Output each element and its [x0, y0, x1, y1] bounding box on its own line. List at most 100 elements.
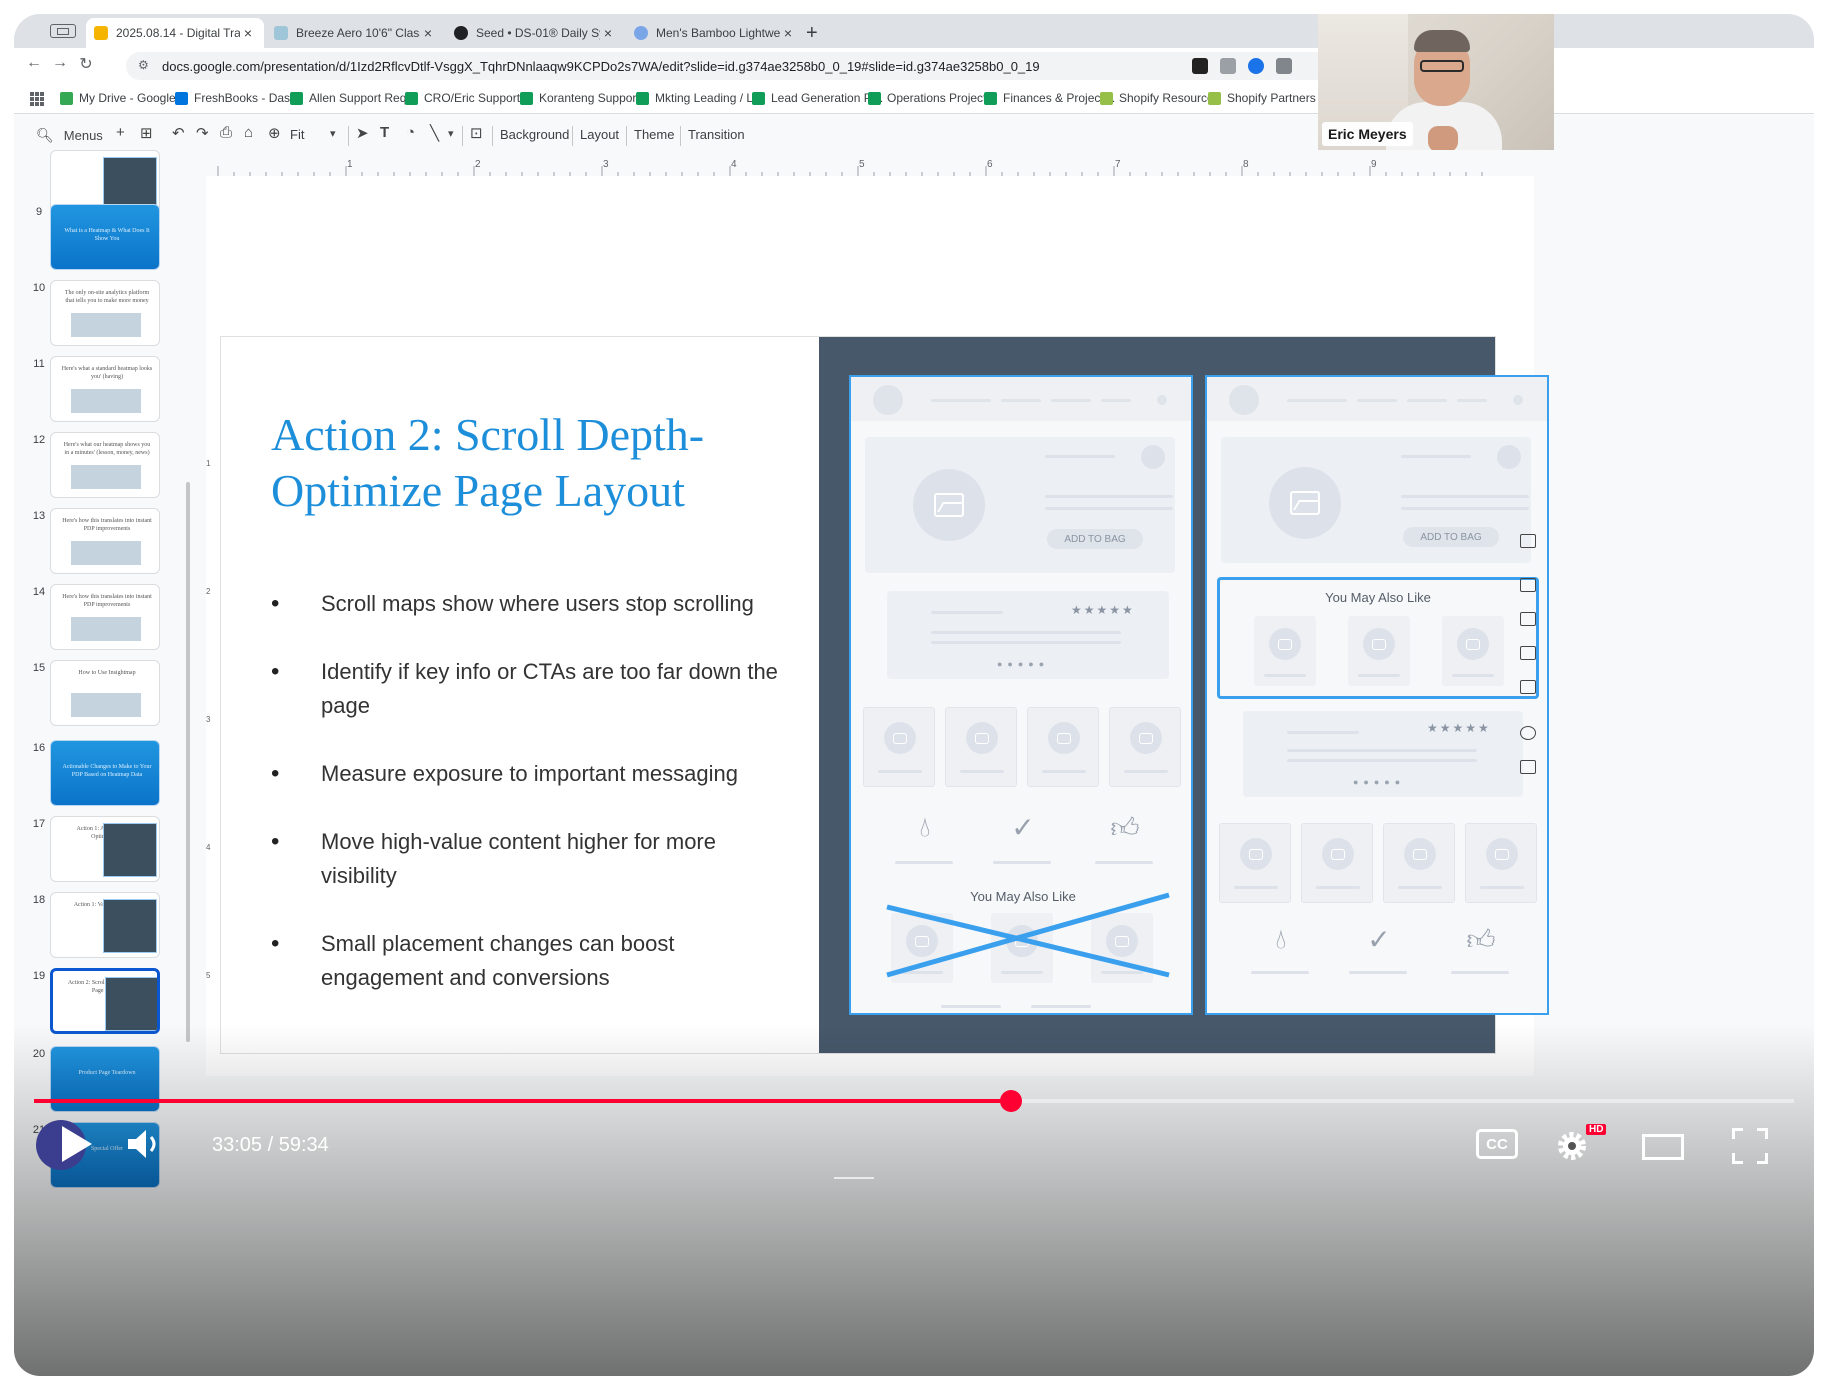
- bookmark-cro-eric[interactable]: CRO/Eric Support…: [405, 91, 532, 105]
- tab-search-icon[interactable]: [50, 24, 76, 38]
- forward-arrow-icon[interactable]: →: [48, 54, 72, 72]
- extension-icon[interactable]: [1220, 58, 1236, 74]
- thumbnail-preview: [71, 617, 141, 641]
- folder-panel-icon[interactable]: [1520, 680, 1536, 694]
- bookmark-allen-support[interactable]: Allen Support Req…: [290, 91, 418, 105]
- slide-bullet-list[interactable]: Scroll maps show where users stop scroll…: [271, 587, 791, 1029]
- slide-number: 9: [35, 206, 43, 218]
- slide-thumbnail-title: Here's how this translates into instant …: [62, 518, 152, 532]
- close-tab-icon[interactable]: ×: [780, 25, 796, 41]
- tab-digital-training[interactable]: 2025.08.14 - Digital Training ×: [86, 18, 264, 48]
- new-slide-plus-icon[interactable]: +: [116, 124, 125, 141]
- extension-icon[interactable]: [1248, 58, 1264, 74]
- layout-button[interactable]: Layout: [580, 127, 619, 142]
- camera-extension-icon[interactable]: [1276, 58, 1292, 74]
- select-cursor-icon[interactable]: ➤: [356, 124, 369, 142]
- site-favicon-icon: [274, 26, 288, 40]
- play-icon[interactable]: [56, 1122, 96, 1166]
- tab-mens-bamboo[interactable]: Men's Bamboo Lightweight L… ×: [626, 18, 804, 48]
- print-icon[interactable]: ⎙: [220, 124, 232, 141]
- theater-mode-button[interactable]: [1642, 1134, 1684, 1160]
- slide-thumbnail[interactable]: Action 1: Above the Fold Optimization: [50, 816, 160, 882]
- bookmark-shopify-resources[interactable]: Shopify Resources: [1100, 91, 1220, 105]
- thumbnail-preview: [71, 465, 141, 489]
- bookmark-mkting[interactable]: Mkting Leading / L…: [636, 91, 765, 105]
- shopify-icon: [1208, 91, 1221, 105]
- slide-number: 13: [32, 510, 46, 522]
- close-tab-icon[interactable]: ×: [240, 25, 256, 41]
- address-bar[interactable]: ⚙ docs.google.com/presentation/d/1Izd2Rf…: [126, 52, 1406, 80]
- back-arrow-icon[interactable]: ←: [22, 54, 46, 72]
- slide-thumbnail[interactable]: Here's how this translates into instant …: [50, 584, 160, 650]
- background-button[interactable]: Background: [500, 127, 569, 142]
- scrubber-handle[interactable]: [999, 1090, 1022, 1112]
- bookmark-finances[interactable]: Finances & Project…: [984, 91, 1116, 105]
- theme-button[interactable]: Theme: [634, 127, 674, 142]
- volume-icon[interactable]: [126, 1128, 166, 1160]
- tasks-panel-icon[interactable]: [1520, 612, 1536, 626]
- new-slide-layout-icon[interactable]: ⊞: [140, 124, 153, 142]
- bookmark-lead-gen[interactable]: Lead Generation P…: [752, 91, 884, 105]
- chevron-down-icon[interactable]: ▾: [448, 127, 454, 140]
- text-box-icon[interactable]: T: [380, 124, 389, 141]
- bullet-item: Move high-value content higher for more …: [271, 825, 791, 893]
- extension-icon[interactable]: [1192, 58, 1208, 74]
- calendar-panel-icon[interactable]: [1520, 534, 1536, 548]
- video-panel-icon[interactable]: [1520, 760, 1536, 774]
- bookmark-shopify-partners[interactable]: Shopify Partners: [1208, 91, 1316, 105]
- image-shape-icon[interactable]: ◔: [406, 124, 415, 141]
- apps-grid-icon[interactable]: [30, 92, 44, 106]
- slide-thumbnail-title: The only on-site analytics platform that…: [64, 290, 150, 304]
- filmstrip-scrollbar[interactable]: [186, 482, 190, 1042]
- slide-thumbnail[interactable]: Action 1: Value of Products: [50, 892, 160, 958]
- slide-number: 11: [33, 358, 45, 370]
- bookmark-operations[interactable]: Operations Project…: [868, 91, 998, 105]
- contacts-panel-icon[interactable]: [1520, 646, 1536, 660]
- slide-thumbnail[interactable]: Actionable Changes to Make to Your PDP B…: [50, 740, 160, 806]
- shopify-icon: [1100, 91, 1113, 105]
- close-tab-icon[interactable]: ×: [600, 25, 616, 41]
- current-slide[interactable]: Action 2: Scroll Depth-Optimize Page Lay…: [220, 336, 1549, 1054]
- slide-thumbnail[interactable]: Here's what a standard heatmap looks you…: [50, 356, 160, 422]
- reload-icon[interactable]: ↻: [74, 54, 98, 74]
- redo-icon[interactable]: ↷: [196, 124, 209, 142]
- zoom-select[interactable]: Fit: [290, 127, 304, 142]
- player-gradient: [14, 1024, 1814, 1376]
- new-tab-button[interactable]: +: [806, 22, 818, 45]
- slide-number: 12: [32, 434, 46, 446]
- slide-thumbnail[interactable]: Here's how this translates into instant …: [50, 508, 160, 574]
- ruler-tick-label: 8: [1243, 159, 1249, 170]
- close-tab-icon[interactable]: ×: [420, 25, 436, 41]
- captions-button[interactable]: CC: [1476, 1129, 1518, 1159]
- transition-button[interactable]: Transition: [688, 127, 745, 142]
- slide-thumbnail[interactable]: What is a Heatmap & What Does It Show Yo…: [50, 204, 160, 270]
- slide-thumbnail[interactable]: The only on-site analytics platform that…: [50, 280, 160, 346]
- keep-panel-icon[interactable]: [1520, 578, 1536, 592]
- tab-seed[interactable]: Seed • DS-01® Daily Synbioti… ×: [446, 18, 624, 48]
- search-icon: 🔍︎: [36, 126, 54, 143]
- mockup-after: ADD TO BAG You May Also Like ★★★★★ ●●●●●…: [1205, 375, 1549, 1015]
- tab-breeze-aero[interactable]: Breeze Aero 10'6" Classic M… ×: [266, 18, 444, 48]
- bookmark-my-drive[interactable]: My Drive - Google…: [60, 91, 188, 105]
- slide-thumbnail[interactable]: Here's what our heatmap shows you in a m…: [50, 432, 160, 498]
- participant-name: Eric Meyers: [1322, 122, 1413, 146]
- undo-icon[interactable]: ↶: [172, 124, 185, 142]
- comment-icon[interactable]: ⊡: [470, 124, 483, 142]
- chevron-down-icon[interactable]: ▾: [330, 127, 336, 140]
- site-favicon-icon: [454, 26, 468, 40]
- thumbnail-preview: [103, 899, 157, 953]
- slide-title[interactable]: Action 2: Scroll Depth-Optimize Page Lay…: [271, 407, 811, 519]
- bookmark-label: FreshBooks - Das…: [194, 91, 303, 105]
- zoom-icon[interactable]: ⊕: [268, 124, 281, 142]
- sheets-icon: [752, 91, 765, 105]
- paint-format-icon[interactable]: ⌂: [244, 124, 253, 141]
- progress-bar[interactable]: [34, 1090, 1794, 1112]
- slide-thumbnail[interactable]: How to Use Insightmap: [50, 660, 160, 726]
- site-info-icon[interactable]: ⚙: [138, 58, 154, 74]
- line-icon[interactable]: ╲: [430, 124, 439, 142]
- bookmark-freshbooks[interactable]: FreshBooks - Das…: [175, 91, 302, 105]
- bookmark-koranteng[interactable]: Koranteng Suppor…: [520, 91, 648, 105]
- fullscreen-button[interactable]: [1732, 1128, 1768, 1164]
- record-icon[interactable]: [1520, 726, 1536, 740]
- ruler-tick-label: 9: [1371, 159, 1377, 170]
